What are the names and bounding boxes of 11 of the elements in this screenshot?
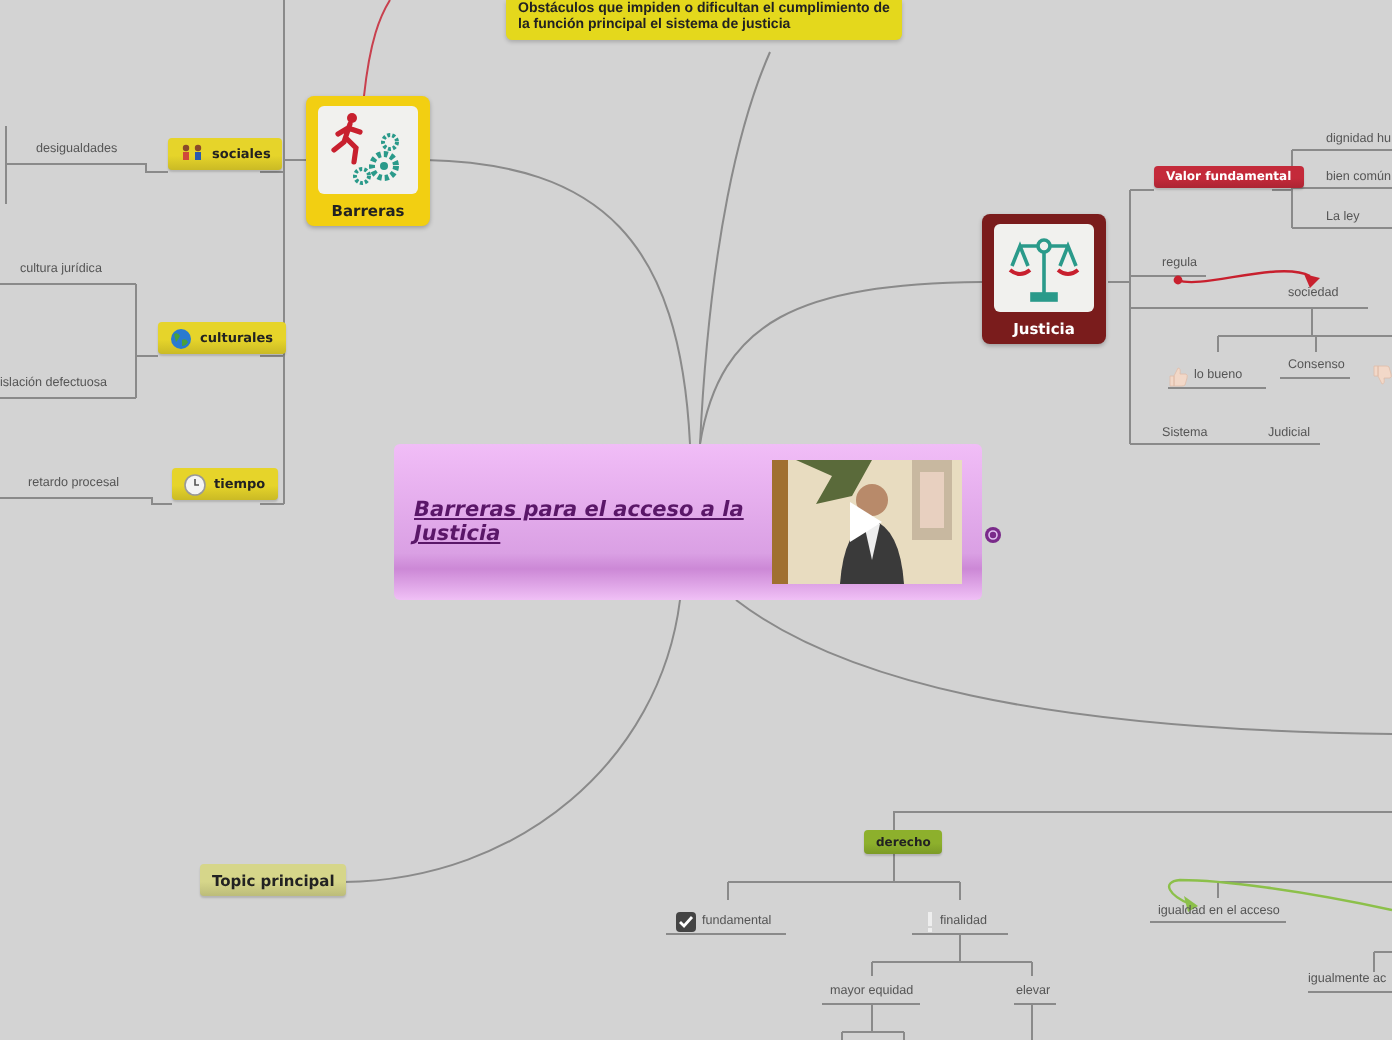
play-icon[interactable] xyxy=(848,500,884,544)
clock-icon xyxy=(184,473,206,495)
central-topic-title[interactable]: Barreras para el acceso a la Justicia xyxy=(414,497,760,547)
thumbs-down-icon xyxy=(1372,364,1392,386)
central-topic[interactable]: Barreras para el acceso a la Justicia xyxy=(394,444,982,600)
globe-icon xyxy=(170,327,192,349)
branch-line xyxy=(363,0,391,97)
thumbs-up-icon xyxy=(1168,366,1188,388)
checkbox-icon xyxy=(676,912,696,932)
link-icon[interactable] xyxy=(984,526,1002,544)
people-icon xyxy=(180,144,204,164)
